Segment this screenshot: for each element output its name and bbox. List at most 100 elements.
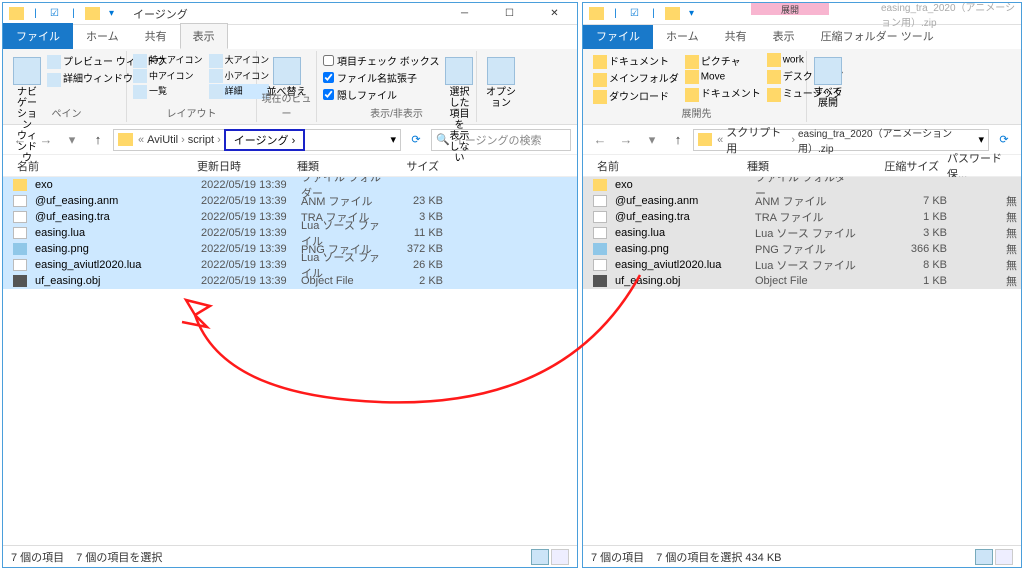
breadcrumb-item[interactable]: スクリプト用 [724, 124, 790, 156]
file-icon [13, 227, 27, 239]
dropdown-icon[interactable]: ▾ [104, 6, 119, 21]
folder-icon[interactable] [665, 7, 680, 20]
tab-home[interactable]: ホーム [653, 23, 712, 49]
extract-all-button[interactable]: すべて 展開 [813, 53, 843, 109]
file-row[interactable]: easing_aviutl2020.lua 2022/05/19 13:39 L… [3, 257, 577, 273]
forward-button[interactable]: → [615, 129, 637, 151]
layout-m[interactable]: 中アイコン [133, 69, 203, 84]
details-view-icon[interactable] [975, 549, 993, 565]
file-icon [593, 195, 607, 207]
file-row[interactable]: @uf_easing.tra TRA ファイル 1 KB 無 [583, 209, 1021, 225]
chevron-right-icon[interactable]: « [716, 134, 724, 146]
breadcrumb-item[interactable]: easing_tra_2020（アニメーション用）.zip [796, 125, 978, 155]
address-bar[interactable]: « AviUtil › script › イージング › ▾ [113, 129, 401, 151]
file-name: @uf_easing.tra [31, 211, 197, 223]
back-button[interactable]: ← [589, 129, 611, 151]
tab-share[interactable]: 共有 [132, 23, 180, 49]
address-dropdown[interactable]: ▾ [978, 133, 984, 146]
status-bar: 7 個の項目 7 個の項目を選択 434 KB [583, 545, 1021, 567]
minimize-button[interactable]: ─ [442, 3, 487, 25]
file-list[interactable]: exo 2022/05/19 13:39 ファイル フォルダー @uf_easi… [3, 177, 577, 545]
folder-icon[interactable] [85, 7, 100, 20]
file-row[interactable]: @uf_easing.anm 2022/05/19 13:39 ANM ファイル… [3, 193, 577, 209]
file-name: exo [31, 179, 197, 191]
shortcut-pictures[interactable]: ピクチャ [685, 53, 761, 69]
file-row[interactable]: uf_easing.obj 2022/05/19 13:39 Object Fi… [3, 273, 577, 289]
file-date: 2022/05/19 13:39 [197, 179, 297, 191]
breadcrumb-current[interactable]: イージング › [224, 129, 306, 151]
item-checkboxes-checkbox[interactable]: 項目チェック ボックス [323, 53, 439, 68]
folder-icon [698, 133, 712, 146]
file-password: 無 [951, 209, 1021, 225]
chevron-right-icon[interactable]: « [137, 134, 145, 146]
file-type: Object File [751, 275, 861, 287]
file-icon [13, 211, 27, 223]
col-type[interactable]: 種類 [743, 158, 853, 174]
file-icon [593, 227, 607, 239]
file-icon [593, 259, 607, 271]
file-row[interactable]: @uf_easing.tra 2022/05/19 13:39 TRA ファイル… [3, 209, 577, 225]
layout-list[interactable]: 一覧 [133, 84, 203, 99]
chevron-right-icon[interactable]: › [216, 134, 222, 146]
file-row[interactable]: @uf_easing.anm ANM ファイル 7 KB 無 [583, 193, 1021, 209]
file-row[interactable]: exo 2022/05/19 13:39 ファイル フォルダー [3, 177, 577, 193]
tab-file[interactable]: ファイル [3, 23, 73, 49]
address-bar[interactable]: « スクリプト用 › easing_tra_2020（アニメーション用）.zip… [693, 129, 989, 151]
window-title: イージング [125, 6, 442, 22]
file-type: PNG ファイル [751, 241, 861, 257]
column-headers[interactable]: 名前 種類 圧縮サイズ パスワード保... [583, 155, 1021, 177]
file-row[interactable]: uf_easing.obj Object File 1 KB 無 [583, 273, 1021, 289]
properties-icon[interactable]: ☑ [47, 6, 62, 21]
hidden-files-checkbox[interactable]: 隠しファイル [323, 87, 439, 102]
large-icons-view-icon[interactable] [551, 549, 569, 565]
file-password: 無 [951, 257, 1021, 273]
titlebar[interactable]: | ☑ | ▾ 展開 easing_tra_2020（アニメーション用）.zip [583, 3, 1021, 25]
maximize-button[interactable]: ☐ [487, 3, 532, 25]
options-button[interactable]: オプション [483, 53, 519, 109]
shortcut-mainfolder[interactable]: メインフォルダ [593, 70, 679, 86]
col-name[interactable]: 名前 [593, 158, 743, 174]
close-button[interactable]: ✕ [532, 3, 577, 25]
file-date: 2022/05/19 13:39 [197, 259, 297, 271]
file-row[interactable]: easing.lua Lua ソース ファイル 3 KB 無 [583, 225, 1021, 241]
file-name: easing_aviutl2020.lua [611, 259, 751, 271]
address-dropdown[interactable]: ▾ [390, 133, 396, 146]
file-compressed-size: 7 KB [861, 195, 951, 207]
ribbon: ドキュメント メインフォルダ ダウンロード ピクチャ Move ドキュメント w… [583, 49, 1021, 125]
file-row[interactable]: easing.png 2022/05/19 13:39 PNG ファイル 372… [3, 241, 577, 257]
breadcrumb-item[interactable]: AviUtil [145, 134, 180, 146]
file-type: Object File [297, 275, 387, 287]
selected-count: 7 個の項目を選択 434 KB [656, 549, 781, 565]
file-row[interactable]: easing.png PNG ファイル 366 KB 無 [583, 241, 1021, 257]
large-icons-view-icon[interactable] [995, 549, 1013, 565]
file-row[interactable]: exo ファイル フォルダー [583, 177, 1021, 193]
properties-icon[interactable]: ☑ [627, 6, 642, 21]
col-compressed-size[interactable]: 圧縮サイズ [853, 158, 943, 174]
tab-home[interactable]: ホーム [73, 23, 132, 49]
file-list[interactable]: exo ファイル フォルダー @uf_easing.anm ANM ファイル 7… [583, 177, 1021, 545]
file-type: TRA ファイル [751, 209, 861, 225]
context-tab-header: 展開 [751, 3, 829, 15]
item-count: 7 個の項目 [591, 549, 644, 565]
extract-icon [814, 57, 842, 85]
tab-view[interactable]: 表示 [180, 23, 228, 49]
shortcut-documents[interactable]: ドキュメント [593, 53, 679, 69]
qat-separator: | [646, 6, 661, 21]
shortcut-move[interactable]: Move [685, 70, 761, 84]
col-date[interactable]: 更新日時 [193, 158, 293, 174]
file-type: ANM ファイル [297, 193, 387, 209]
breadcrumb-item[interactable]: script [186, 134, 216, 146]
refresh-button[interactable]: ⟳ [993, 133, 1015, 146]
layout-xl[interactable]: 特大アイコン [133, 53, 203, 68]
tab-file[interactable]: ファイル [583, 23, 653, 49]
file-row[interactable]: easing.lua 2022/05/19 13:39 Lua ソース ファイル… [3, 225, 577, 241]
shortcut-download[interactable]: ダウンロード [593, 88, 679, 104]
file-ext-checkbox[interactable]: ファイル名拡張子 [323, 70, 439, 85]
recent-dropdown[interactable]: ▾ [641, 129, 663, 151]
up-button[interactable]: ↑ [667, 129, 689, 151]
file-row[interactable]: easing_aviutl2020.lua Lua ソース ファイル 8 KB … [583, 257, 1021, 273]
shortcut-documents2[interactable]: ドキュメント [685, 85, 761, 101]
details-view-icon[interactable] [531, 549, 549, 565]
titlebar[interactable]: | ☑ | ▾ イージング ─ ☐ ✕ [3, 3, 577, 25]
dropdown-icon[interactable]: ▾ [684, 6, 699, 21]
